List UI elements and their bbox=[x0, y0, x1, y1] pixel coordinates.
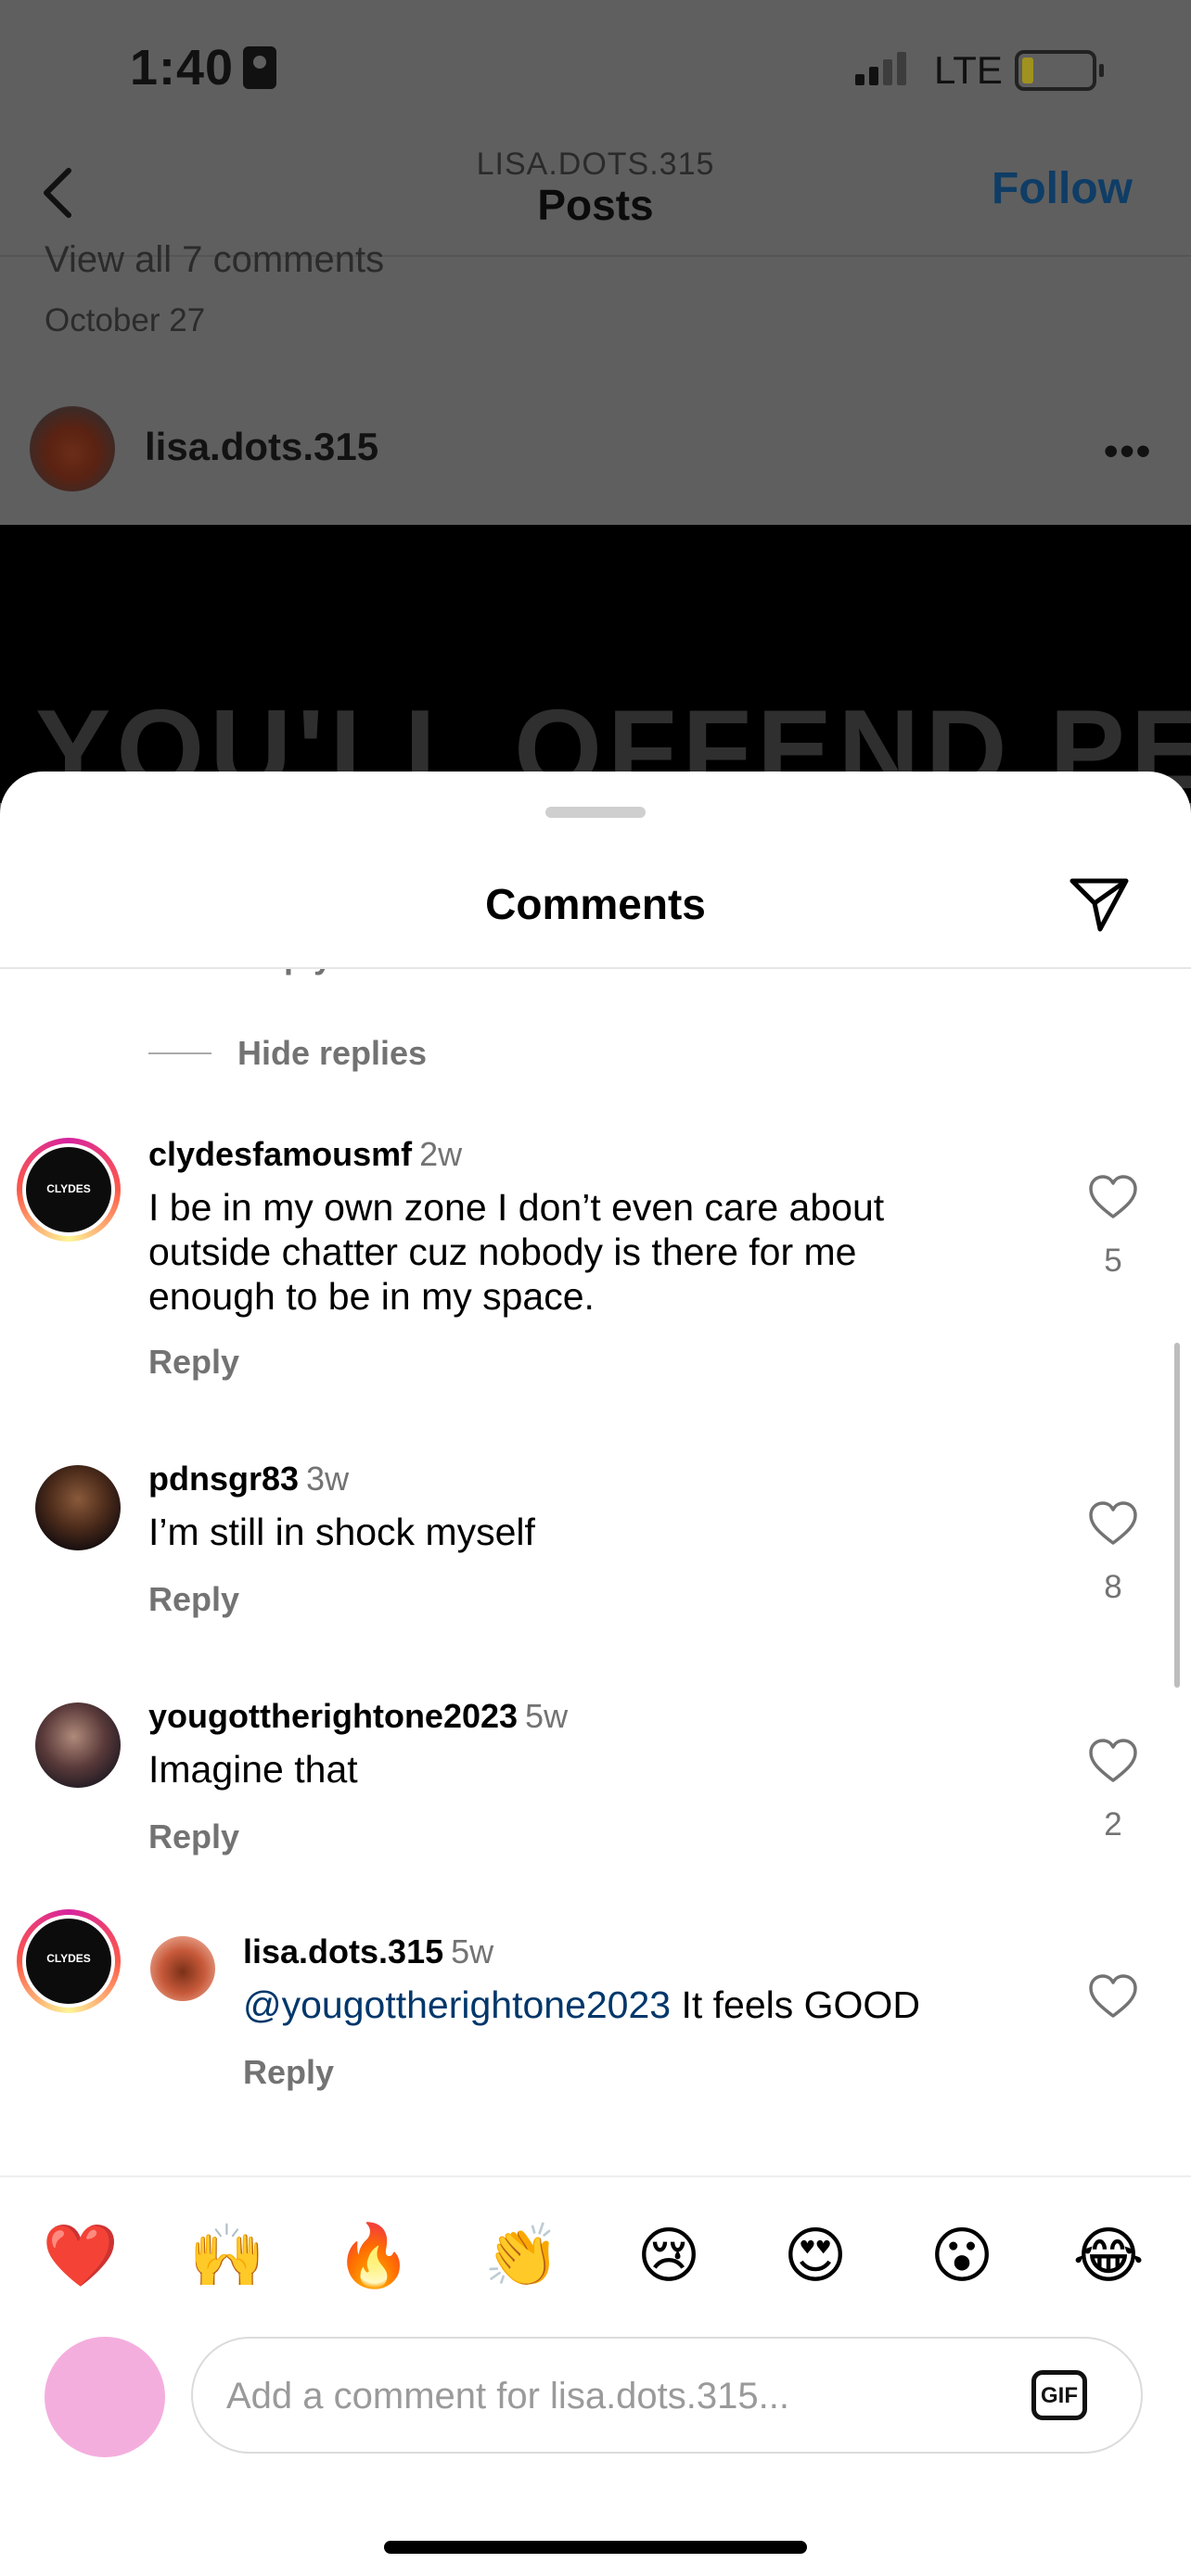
raised-hands-emoji-reaction[interactable]: 🙌 bbox=[186, 2218, 269, 2292]
comment-time: 3w bbox=[306, 1460, 350, 1498]
follow-button[interactable]: Follow bbox=[992, 163, 1133, 214]
reply-button[interactable]: Reply bbox=[148, 1343, 239, 1382]
quick-reactions-bar: ❤️ 🙌 🔥 👏 😢 😍 😮 😂 bbox=[0, 2218, 1191, 2292]
share-paper-plane-icon[interactable] bbox=[1067, 872, 1132, 937]
comment-time: 5w bbox=[525, 1697, 569, 1735]
comment-username[interactable]: yougottherightone2023 bbox=[148, 1697, 518, 1735]
commenter-avatar[interactable]: CLYDES bbox=[17, 1909, 121, 2013]
reply-button[interactable]: Reply bbox=[243, 2053, 334, 2092]
like-count: 5 bbox=[1104, 1243, 1122, 1279]
hide-replies-line bbox=[148, 1052, 211, 1054]
post-image: YOU'LL OFFEND PEOPLE bbox=[0, 525, 1191, 803]
commenter-avatar[interactable] bbox=[35, 1465, 121, 1550]
avatar-logo-text: CLYDES bbox=[46, 1952, 91, 1965]
heart-like-icon[interactable] bbox=[1087, 1498, 1139, 1550]
avatar-logo-text: CLYDES bbox=[46, 1182, 91, 1195]
sheet-grabber[interactable] bbox=[545, 807, 646, 818]
commenter-avatar[interactable]: CLYDES bbox=[17, 1138, 121, 1242]
clapping-emoji-reaction[interactable]: 👏 bbox=[480, 2218, 564, 2292]
reply-button[interactable]: Reply bbox=[241, 969, 332, 976]
comment-header: lisa.dots.315 5w bbox=[243, 1932, 493, 1971]
comment-text: I’m still in shock myself bbox=[148, 1511, 535, 1553]
gif-button[interactable]: GIF bbox=[1031, 2370, 1087, 2420]
fire-emoji-reaction[interactable]: 🔥 bbox=[332, 2218, 416, 2292]
hide-replies-button[interactable]: Hide replies bbox=[237, 1034, 427, 1073]
comment-text-line: enough to be in my space. bbox=[148, 1275, 595, 1318]
comment-text-line: I be in my own zone I don’t even care ab… bbox=[148, 1186, 885, 1229]
comment-header: yougottherightone2023 5w bbox=[148, 1697, 568, 1736]
heart-eyes-emoji-reaction[interactable]: 😍 bbox=[774, 2218, 857, 2292]
view-all-comments-link[interactable]: View all 7 comments bbox=[45, 239, 384, 281]
post-date: October 27 bbox=[45, 302, 206, 338]
heart-emoji-reaction[interactable]: ❤️ bbox=[39, 2218, 122, 2292]
battery-icon bbox=[1015, 50, 1104, 91]
comment-header: pdnsgr83 3w bbox=[148, 1460, 349, 1498]
reply-button[interactable]: Reply bbox=[148, 1580, 239, 1619]
comment-text: @yougottherightone2023 It feels GOOD bbox=[243, 1983, 920, 2027]
surprised-emoji-reaction[interactable]: 😮 bbox=[920, 2218, 1004, 2292]
comment-time: 2w bbox=[419, 1135, 463, 1173]
like-count: 2 bbox=[1104, 1806, 1122, 1843]
network-type: LTE bbox=[934, 48, 1003, 92]
crying-emoji-reaction[interactable]: 😢 bbox=[627, 2218, 711, 2292]
sheet-title: Comments bbox=[485, 880, 706, 928]
comment-username[interactable]: lisa.dots.315 bbox=[243, 1932, 443, 1970]
comment-time: 5w bbox=[451, 1932, 494, 1970]
status-bar: 1:40 LTE bbox=[0, 0, 1191, 139]
comment-text-line: outside chatter cuz nobody is there for … bbox=[148, 1231, 857, 1273]
laughing-emoji-reaction[interactable]: 😂 bbox=[1067, 2218, 1150, 2292]
post-author-avatar[interactable] bbox=[30, 406, 115, 491]
heart-like-icon[interactable] bbox=[1087, 1971, 1139, 2023]
comment-username[interactable]: clydesfamousmf bbox=[148, 1135, 412, 1173]
commenter-avatar[interactable] bbox=[35, 1702, 121, 1788]
comment-text-body: It feels GOOD bbox=[671, 1983, 920, 2026]
heart-like-icon[interactable] bbox=[1087, 1172, 1139, 1224]
comment-header: clydesfamousmf 2w bbox=[148, 1135, 462, 1174]
home-indicator bbox=[384, 2541, 807, 2554]
post-author-username[interactable]: lisa.dots.315 bbox=[145, 425, 378, 469]
heart-like-icon[interactable] bbox=[1087, 1736, 1139, 1788]
reply-button[interactable]: Reply bbox=[148, 1817, 239, 1856]
more-options-icon[interactable]: ••• bbox=[1104, 428, 1152, 475]
comment-username[interactable]: pdnsgr83 bbox=[148, 1460, 299, 1498]
scrollbar[interactable] bbox=[1174, 1343, 1180, 1688]
commenter-avatar[interactable] bbox=[150, 1936, 215, 2001]
signal-icon bbox=[855, 52, 911, 85]
current-user-avatar bbox=[45, 2337, 165, 2457]
like-count: 8 bbox=[1104, 1569, 1122, 1605]
comment-text: I be in my own zone I don’t even care ab… bbox=[148, 1185, 884, 1319]
status-time: 1:40 bbox=[130, 40, 235, 96]
mention-link[interactable]: @yougottherightone2023 bbox=[243, 1983, 671, 2026]
reaction-divider bbox=[0, 2175, 1191, 2177]
comment-input[interactable]: Add a comment for lisa.dots.315... GIF bbox=[191, 2337, 1143, 2454]
id-card-icon bbox=[243, 46, 276, 89]
comment-text: Imagine that bbox=[148, 1748, 358, 1791]
comments-sheet: Comments Reply Hide replies CLYDES CLYDE… bbox=[0, 772, 1191, 2576]
comment-input-placeholder: Add a comment for lisa.dots.315... bbox=[226, 2376, 789, 2417]
